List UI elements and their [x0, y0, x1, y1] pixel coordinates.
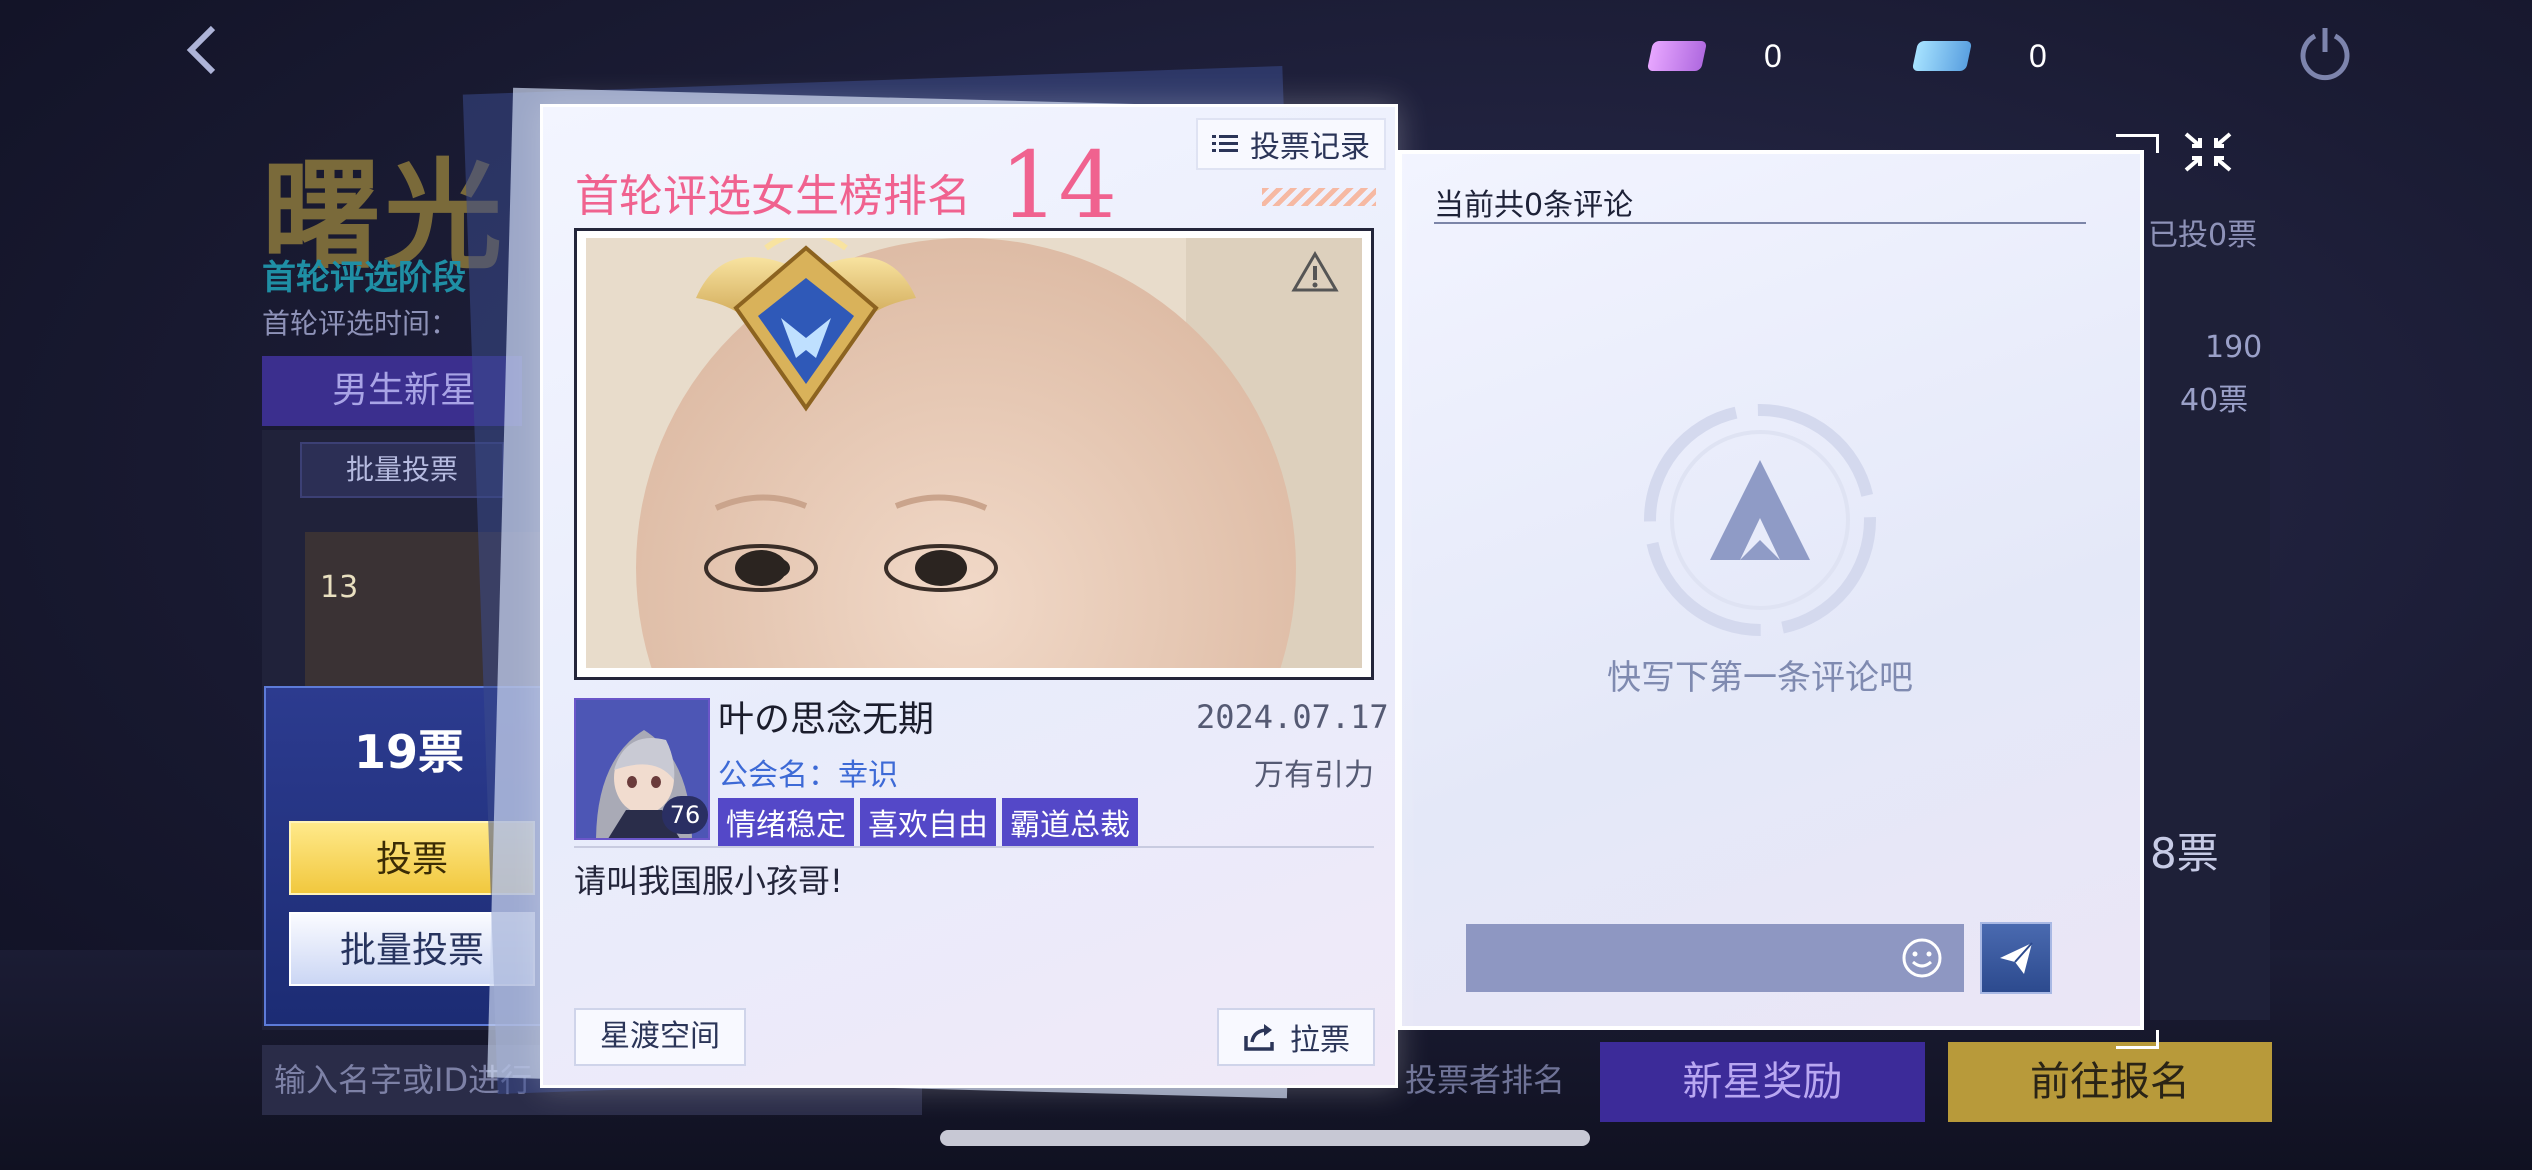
currency-blue: 0 — [1911, 34, 2047, 78]
comment-divider — [1434, 222, 2086, 224]
currency-pink-value: 0 — [1764, 37, 1782, 74]
blue-ticket-icon — [1911, 41, 1973, 71]
profile-photo[interactable] — [586, 238, 1362, 668]
guild-name[interactable]: 公会名：幸识 — [718, 750, 898, 794]
signup-date: 2024.07.17 — [1196, 698, 1389, 736]
empty-logo-icon — [1640, 400, 1880, 640]
back-arrow-icon[interactable] — [175, 20, 235, 80]
share-icon — [1244, 1024, 1274, 1051]
currency-pink: 0 — [1646, 34, 1782, 78]
decorative-stripe — [1262, 188, 1376, 206]
comment-count: 当前共0条评论 — [1434, 188, 1634, 223]
background-stage: 首轮评选阶段 — [262, 258, 466, 298]
background-bulk-vote-button[interactable]: 批量投票 — [300, 442, 504, 498]
empty-comment-text: 快写下第一条评论吧 — [1607, 658, 1913, 698]
pull-vote-label: 拉票 — [1290, 1023, 1350, 1058]
vote-record-label: 投票记录 — [1250, 130, 1370, 165]
newstar-reward-button[interactable]: 新星奖励 — [1600, 1042, 1925, 1122]
background-number: 190 — [2205, 330, 2263, 365]
tag: 霸道总裁 — [1002, 798, 1138, 846]
pink-ticket-icon — [1646, 41, 1708, 71]
corner-decoration — [2116, 1030, 2159, 1049]
card-divider — [574, 846, 1374, 848]
signature-text: 请叫我国服小孩哥! — [574, 862, 843, 900]
comment-input[interactable] — [1466, 924, 1964, 992]
rank-number: 14 — [1000, 132, 1118, 239]
background-right-column — [2150, 200, 2270, 1020]
background-time-label: 首轮评选时间： — [262, 307, 459, 340]
background-votes-large: 8票 — [2150, 829, 2219, 878]
card-title: 首轮评选女生榜排名 — [575, 171, 971, 222]
warning-icon[interactable] — [1290, 250, 1340, 294]
star-space-button[interactable]: 星渡空间 — [574, 1008, 746, 1066]
list-icon — [1212, 135, 1238, 152]
go-signup-button[interactable]: 前往报名 — [1948, 1042, 2272, 1122]
username: 叶の思念无期 — [718, 699, 935, 740]
level-badge: 76 — [662, 796, 708, 834]
background-card-badge: 13 — [320, 570, 359, 605]
home-indicator[interactable] — [940, 1130, 1590, 1146]
background-votes: 40票 — [2180, 383, 2249, 418]
send-button[interactable] — [1980, 922, 2052, 994]
tag: 情绪稳定 — [718, 798, 854, 846]
tag-list: 情绪稳定 喜欢自由 霸道总裁 — [718, 798, 1138, 846]
currency-blue-value: 0 — [2029, 37, 2047, 74]
send-icon — [2000, 942, 2033, 974]
server-name: 万有引力 — [1254, 758, 1374, 793]
collapse-icon[interactable] — [2180, 128, 2236, 176]
pull-vote-button[interactable]: 拉票 — [1217, 1008, 1375, 1066]
power-icon[interactable] — [2295, 22, 2355, 82]
corner-decoration — [2116, 134, 2159, 153]
emoji-icon[interactable] — [1900, 936, 1944, 980]
background-voted-count: 已投0票 — [2148, 218, 2258, 253]
vote-record-button[interactable]: 投票记录 — [1196, 118, 1386, 170]
tag: 喜欢自由 — [860, 798, 996, 846]
